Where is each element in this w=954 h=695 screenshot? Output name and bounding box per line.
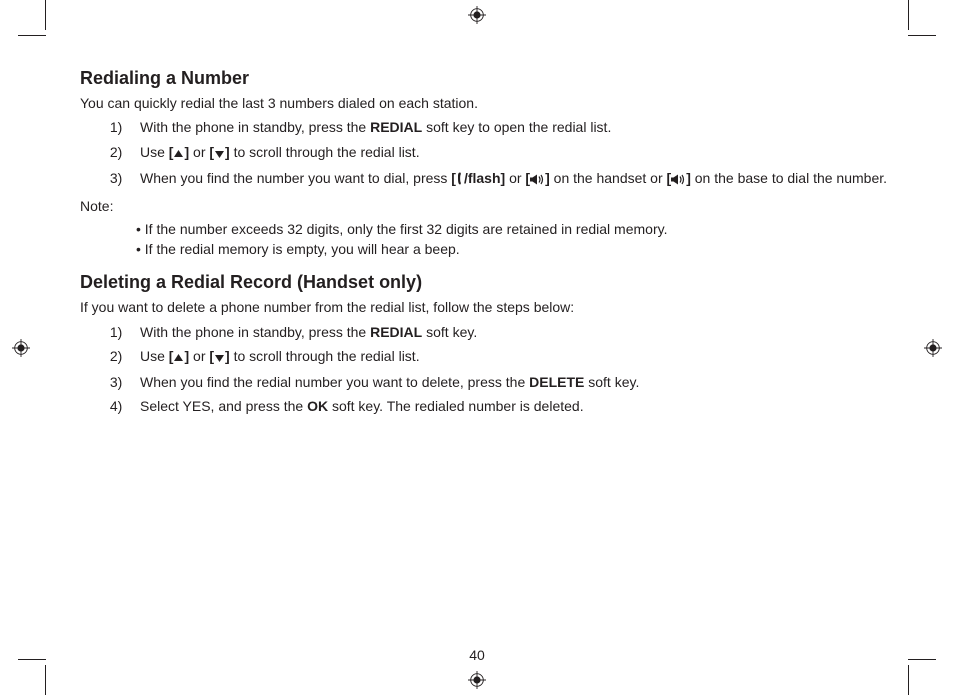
crop-mark-icon: [878, 665, 909, 695]
softkey-label: OK: [307, 398, 328, 414]
step-text: With the phone in standby, press the: [140, 119, 370, 135]
manual-page: Redialing a Number You can quickly redia…: [0, 0, 954, 695]
step-text: Select YES, and press the: [140, 398, 307, 414]
registration-mark-icon: [924, 339, 942, 357]
crop-mark-icon: [878, 0, 909, 30]
list-item: With the phone in standby, press the RED…: [134, 117, 889, 137]
note-label: Note:: [80, 196, 889, 216]
steps-list: With the phone in standby, press the RED…: [80, 322, 889, 417]
step-text: to scroll through the redial list.: [230, 144, 420, 160]
list-item: Use [] or [] to scroll through the redia…: [134, 346, 889, 368]
section-intro: If you want to delete a phone number fro…: [80, 297, 889, 317]
step-text: soft key. The redialed number is deleted…: [328, 398, 584, 414]
step-text: When you find the number you want to dia…: [140, 170, 451, 186]
speaker-icon: [530, 170, 545, 190]
down-arrow-icon: [214, 348, 225, 368]
list-item: If the redial memory is empty, you will …: [136, 239, 889, 259]
step-text: to scroll through the redial list.: [230, 348, 420, 364]
registration-mark-icon: [468, 671, 486, 689]
notes-list: If the number exceeds 32 digits, only th…: [80, 219, 889, 260]
list-item: If the number exceeds 32 digits, only th…: [136, 219, 889, 239]
step-text: or: [189, 348, 209, 364]
step-text: soft key.: [584, 374, 639, 390]
softkey-label: REDIAL: [370, 119, 422, 135]
step-text: Use: [140, 144, 169, 160]
step-text: on the handset or: [550, 170, 667, 186]
step-text: or: [189, 144, 209, 160]
list-item: With the phone in standby, press the RED…: [134, 322, 889, 342]
up-arrow-icon: [173, 348, 184, 368]
step-text: or: [505, 170, 525, 186]
registration-mark-icon: [468, 6, 486, 24]
key-label: /flash]: [464, 170, 505, 186]
crop-mark-icon: [45, 665, 76, 695]
page-number: 40: [469, 647, 485, 663]
down-arrow-icon: [214, 144, 225, 164]
list-item: When you find the redial number you want…: [134, 372, 889, 392]
section-heading: Redialing a Number: [80, 65, 889, 91]
step-text: soft key to open the redial list.: [422, 119, 611, 135]
speaker-icon: [671, 170, 686, 190]
crop-mark-icon: [45, 0, 76, 30]
list-item: When you find the number you want to dia…: [134, 168, 889, 190]
step-text: on the base to dial the number.: [691, 170, 887, 186]
list-item: Use [] or [] to scroll through the redia…: [134, 142, 889, 164]
page-content: Redialing a Number You can quickly redia…: [80, 65, 889, 635]
section-intro: You can quickly redial the last 3 number…: [80, 93, 889, 113]
softkey-label: DELETE: [529, 374, 584, 390]
softkey-label: REDIAL: [370, 324, 422, 340]
phone-icon: [456, 170, 464, 190]
step-text: With the phone in standby, press the: [140, 324, 370, 340]
step-text: soft key.: [422, 324, 477, 340]
up-arrow-icon: [173, 144, 184, 164]
step-text: When you find the redial number you want…: [140, 374, 529, 390]
registration-mark-icon: [12, 339, 30, 357]
section-heading: Deleting a Redial Record (Handset only): [80, 269, 889, 295]
list-item: Select YES, and press the OK soft key. T…: [134, 396, 889, 416]
step-text: Use: [140, 348, 169, 364]
steps-list: With the phone in standby, press the RED…: [80, 117, 889, 190]
